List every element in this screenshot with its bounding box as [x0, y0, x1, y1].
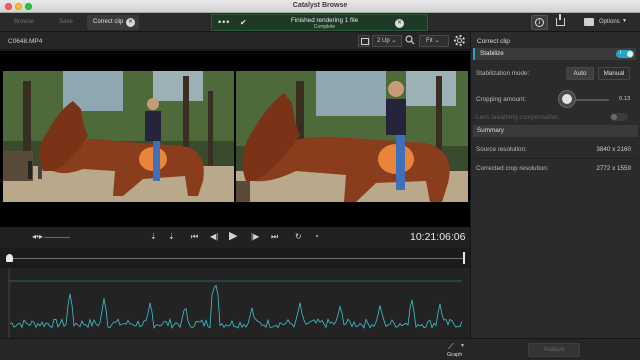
info-icon: i: [535, 18, 544, 27]
source-resolution-label: Source resolution:: [476, 146, 527, 153]
tab-correct-clip-label: Correct clip: [93, 19, 124, 25]
search-icon[interactable]: [405, 35, 417, 47]
options-button[interactable]: Options: [599, 19, 620, 25]
panel-title: Correct clip: [477, 38, 510, 45]
export-icon[interactable]: [556, 14, 565, 26]
cropping-slider-knob[interactable]: [559, 91, 575, 107]
info-button[interactable]: i: [531, 15, 548, 30]
bottom-bar: ⟋ ▼ Graph Analyze: [0, 338, 640, 360]
render-notification: ••• ✔ Finished rendering 1 file Complete…: [211, 14, 428, 31]
timeline[interactable]: [0, 248, 470, 268]
window-title: Catalyst Browse: [292, 2, 348, 9]
timeline-end-marker[interactable]: [463, 252, 465, 264]
stabilize-toggle[interactable]: I: [616, 50, 634, 58]
cropping-amount-label: Cropping amount:: [476, 96, 527, 103]
summary-header-label: Summary: [477, 127, 504, 134]
tab-browse[interactable]: Browse: [6, 15, 42, 30]
chart-icon: ⟋: [448, 342, 454, 351]
clip-name: C0648.MP4: [8, 38, 43, 45]
notification-status: Complete: [313, 24, 336, 30]
lens-compensation-label: Lens breathing compensation: [476, 114, 559, 121]
go-to-start-icon[interactable]: ⏮: [191, 232, 198, 242]
chevron-down-icon[interactable]: ▼: [622, 18, 627, 24]
tab-correct-clip[interactable]: Correct clip ✕: [87, 15, 139, 30]
motion-graph[interactable]: [0, 268, 470, 338]
go-to-end-icon[interactable]: ⏭: [271, 232, 278, 242]
viewer-header: C0648.MP4 2 Up ⌄ Fit ⌄: [0, 32, 470, 50]
correct-clip-panel: Correct clip Stabilize I Stabilization m…: [470, 32, 640, 338]
lens-compensation-toggle[interactable]: [610, 113, 628, 121]
step-back-icon[interactable]: ◀|: [210, 232, 218, 241]
close-icon[interactable]: ✕: [126, 18, 135, 27]
transport-bar: ◂•▸ ⇣ ⇣ ⏮ ◀| ▶ |▶ ⏭ ↻ ◔ 10:21:06:06: [0, 227, 470, 248]
analyze-button[interactable]: Analyze: [528, 343, 580, 357]
corrected-resolution-label: Corrected crop resolution:: [476, 165, 549, 172]
more-icon[interactable]: •••: [218, 17, 230, 27]
view-layout-value: 2 Up: [377, 38, 390, 44]
notification-message: Finished rendering 1 file: [290, 17, 359, 24]
original-frame: [3, 71, 234, 202]
checkmark-icon: ✔: [240, 18, 247, 27]
mode-manual-button[interactable]: Manual: [598, 67, 630, 80]
mark-out-icon[interactable]: ⇣: [168, 232, 175, 241]
mode-auto-button[interactable]: Auto: [566, 67, 594, 80]
timeline-track[interactable]: [9, 258, 464, 259]
stabilization-mode-label: Stabilization mode:: [476, 70, 530, 77]
mark-in-icon[interactable]: ⇣: [150, 232, 157, 241]
chevron-down-icon: ▼: [460, 343, 465, 349]
graph-button[interactable]: ⟋ ▼ Graph: [445, 341, 465, 359]
step-forward-icon[interactable]: |▶: [251, 232, 259, 241]
video-viewer[interactable]: [0, 51, 470, 227]
gear-icon[interactable]: [454, 35, 465, 46]
graph-label: Graph: [447, 352, 463, 358]
corrected-resolution-value: 2772 x 1559: [596, 165, 631, 172]
layout-icon[interactable]: [358, 35, 370, 47]
main-toolbar: Browse Save Correct clip ✕ ••• ✔ Finishe…: [0, 13, 640, 32]
play-icon[interactable]: ▶: [229, 229, 237, 242]
dismiss-notification-icon[interactable]: ✕: [395, 19, 404, 28]
timecode: 10:21:06:06: [410, 231, 466, 243]
shuttle-icon[interactable]: ◂•▸: [32, 232, 43, 241]
motion-graph-plot: [8, 268, 463, 338]
playhead[interactable]: [6, 254, 13, 262]
source-resolution-value: 3840 x 2160: [596, 146, 631, 153]
stabilize-row: Stabilize I: [473, 48, 636, 60]
tab-save[interactable]: Save: [48, 15, 84, 30]
toolbox-icon[interactable]: [584, 18, 594, 26]
summary-header: Summary: [473, 125, 638, 137]
cropping-amount-value: 0.13: [619, 96, 631, 102]
title-bar: Catalyst Browse: [0, 0, 640, 13]
view-layout-select[interactable]: 2 Up ⌄: [372, 35, 402, 47]
sync-icon[interactable]: ◔: [314, 232, 319, 241]
loop-icon[interactable]: ↻: [295, 232, 302, 241]
zoom-value: Fit: [426, 38, 433, 44]
summary-divider: [473, 158, 638, 159]
stabilize-label: Stabilize: [480, 50, 504, 57]
stabilized-frame: [236, 71, 468, 202]
zoom-select[interactable]: Fit ⌄: [419, 35, 449, 47]
stabilize-toggle-text: I: [620, 50, 622, 56]
shuttle-slider[interactable]: [44, 237, 70, 238]
